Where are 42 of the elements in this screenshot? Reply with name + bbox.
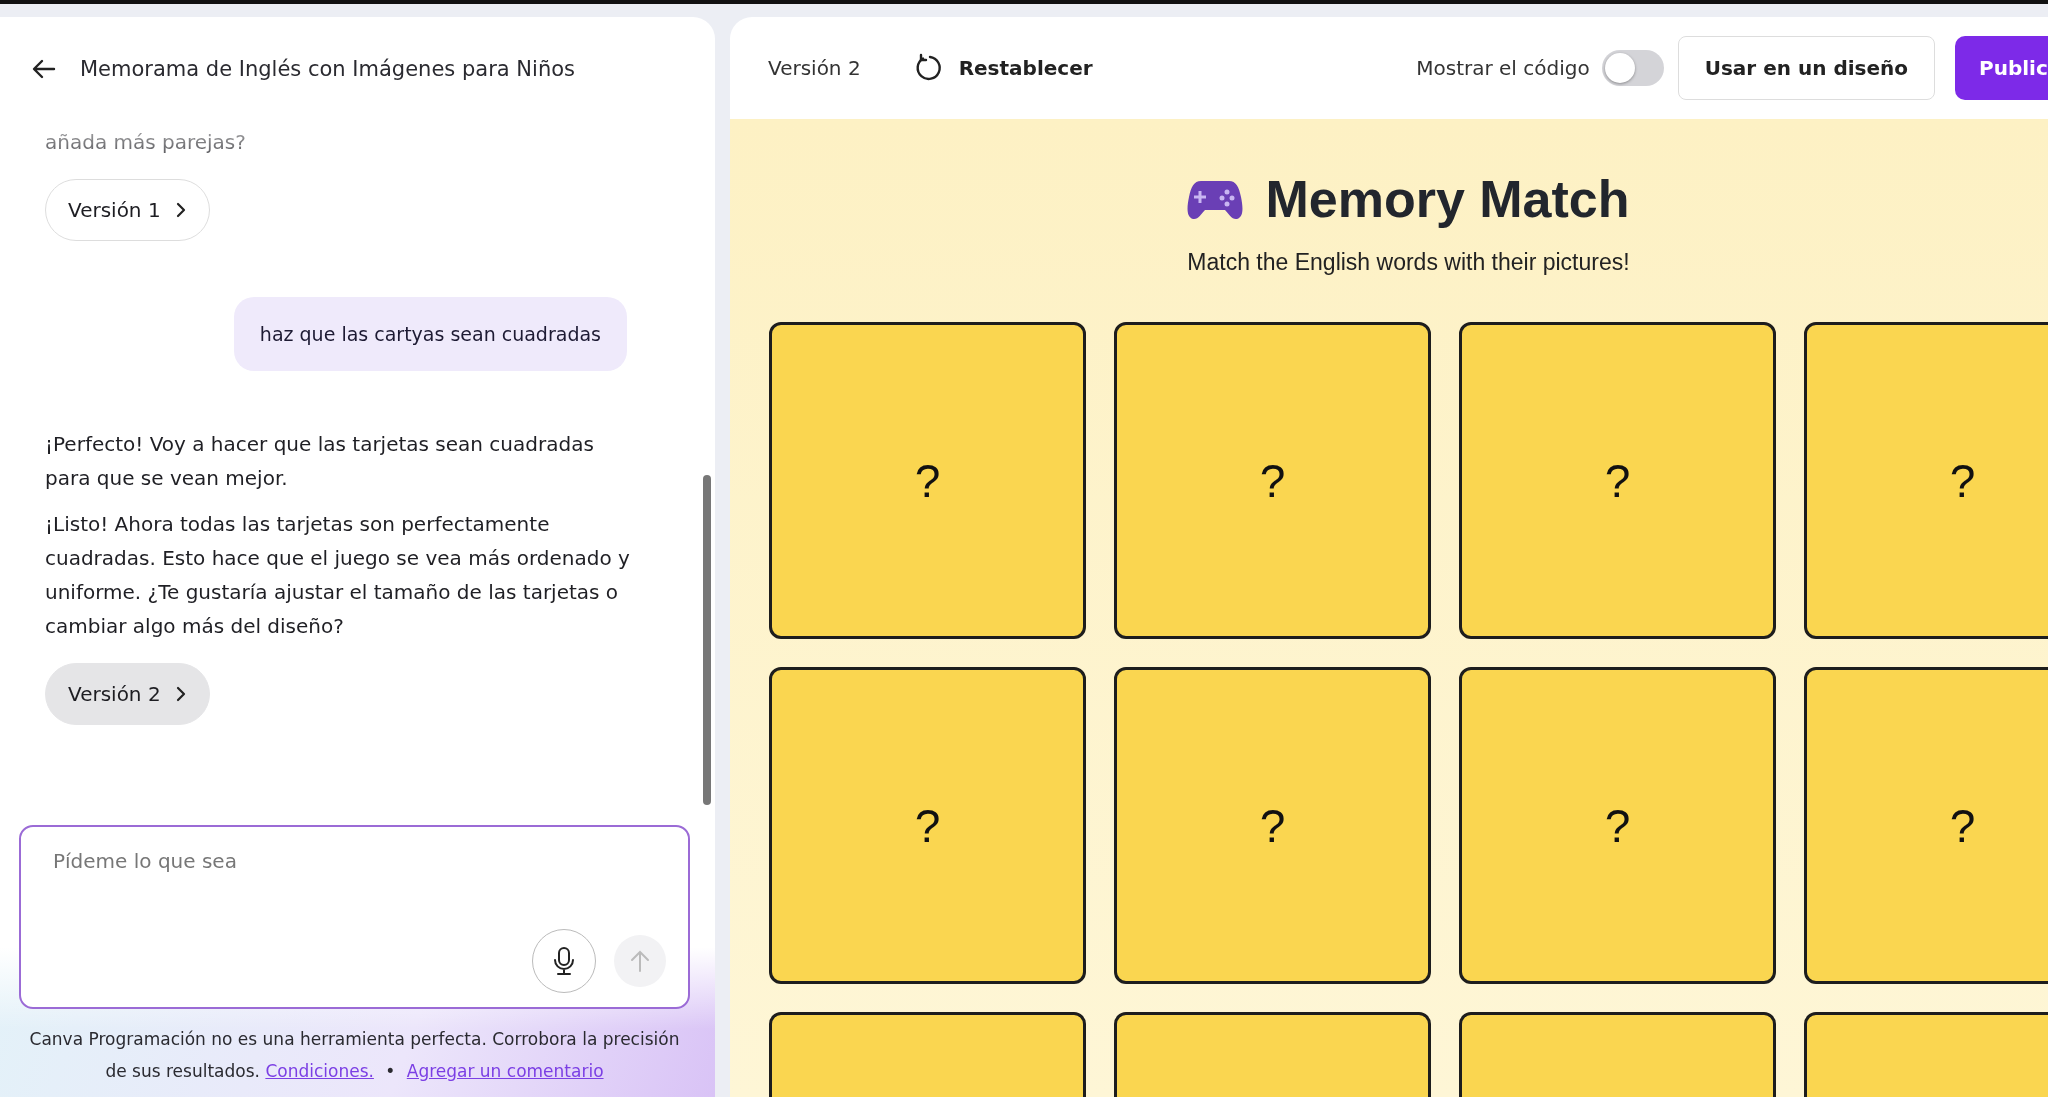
- disclaimer-text: Canva Programación no es una herramienta perfecta. Corrobora la precisión de sus resultados. Condiciones. • Agregar un comentario: [28, 1028, 681, 1083]
- game-subtitle: Match the English words with their pictures!: [1186, 249, 1631, 276]
- version-button[interactable]: Versión 1: [45, 179, 210, 241]
- memory-card[interactable]: ?: [1114, 667, 1431, 984]
- question-mark: ?: [1604, 798, 1631, 853]
- assistant-message: ¡Listo! Ahora todas las tarjetas son perfectamente cuadradas. Esto hace que el juego se vea más ordenado y uniforme. ¿Te gustaría ajustar el tamaño de las tarjetas o cambiar algo más del diseño?: [45, 511, 631, 640]
- question-mark: ?: [1259, 453, 1286, 508]
- back-arrow-icon[interactable]: [32, 59, 56, 79]
- prompt-input[interactable]: Pídeme lo que sea: [53, 849, 666, 929]
- terms-link[interactable]: Condiciones.: [265, 1061, 374, 1081]
- version-label: Versión 2: [768, 56, 861, 80]
- memory-card[interactable]: ?: [769, 322, 1086, 639]
- game-title: Memory Match: [1265, 169, 1630, 229]
- question-mark: ?: [914, 453, 941, 508]
- publish-button[interactable]: Public: [1955, 36, 2048, 100]
- feedback-link[interactable]: Agregar un comentario: [406, 1061, 604, 1081]
- memory-card[interactable]: ?: [1459, 322, 1776, 639]
- question-mark: ?: [1949, 453, 1976, 508]
- memory-card[interactable]: ?: [769, 667, 1086, 984]
- show-code-label: Mostrar el código: [1416, 56, 1590, 80]
- memory-card[interactable]: ?: [1804, 322, 2048, 639]
- show-code-toggle[interactable]: [1601, 50, 1664, 86]
- memory-card[interactable]: ?: [1459, 667, 1776, 984]
- up-arrow-icon: [629, 949, 651, 973]
- assistant-message: añada más parejas?: [45, 129, 247, 156]
- question-mark: ?: [1949, 798, 1976, 853]
- memory-card[interactable]: ?: [1114, 322, 1431, 639]
- assistant-message: ¡Perfecto! Voy a hacer que las tarjetas sean cuadradas para que se vean mejor.: [45, 431, 595, 492]
- question-mark: ?: [914, 798, 941, 853]
- memory-card[interactable]: ?: [1804, 667, 2048, 984]
- reset-button[interactable]: Restablecer: [912, 53, 1093, 83]
- version-button[interactable]: Versión 2: [45, 663, 210, 725]
- chevron-right-icon: [174, 685, 187, 703]
- question-mark: ?: [1604, 453, 1631, 508]
- separator-dot: •: [385, 1061, 396, 1081]
- use-in-design-button[interactable]: Usar en un diseño: [1677, 36, 1935, 100]
- user-message-bubble: haz que las cartyas sean cuadradas: [233, 297, 627, 371]
- chat-title: Memorama de Inglés con Imágenes para Niños: [80, 57, 575, 81]
- microphone-icon: [553, 946, 575, 976]
- prompt-box[interactable]: Pídeme lo que sea: [19, 825, 690, 1009]
- chevron-right-icon: [174, 201, 187, 219]
- question-mark: ?: [1259, 798, 1286, 853]
